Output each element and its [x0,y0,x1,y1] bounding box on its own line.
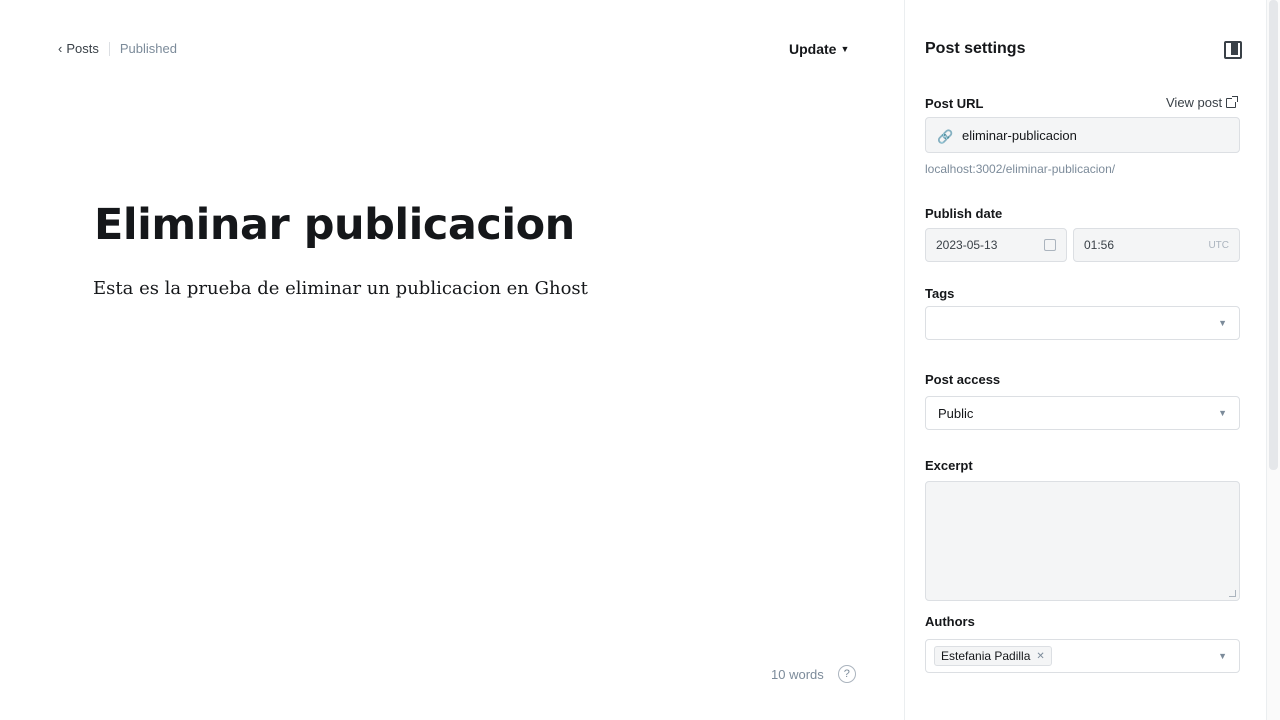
chevron-down-icon: ▼ [1218,408,1227,418]
chevron-down-icon: ▼ [840,44,850,54]
help-icon[interactable]: ? [837,665,856,683]
author-name: Estefania Padilla [941,649,1031,663]
post-access-select[interactable]: Public ▼ [925,396,1240,430]
word-count-bar: 10 words ? [771,665,856,683]
link-icon: 🔗 [937,129,954,144]
publish-date-value: 2023-05-13 [936,238,998,252]
publish-time-value: 01:56 [1084,238,1115,252]
calendar-icon [1044,239,1056,251]
post-url-input[interactable]: 🔗 eliminar-publicacion [925,117,1240,153]
tags-label: Tags [925,286,955,301]
remove-author-icon[interactable]: ✕ [1036,651,1044,662]
post-access-label: Post access [925,372,1001,387]
update-button[interactable]: Update ▼ [789,41,849,57]
scrollbar-thumb[interactable] [1269,0,1278,470]
post-url-label: Post URL [925,96,984,111]
authors-label: Authors [925,614,975,629]
publish-date-input[interactable]: 2023-05-13 [925,228,1067,262]
author-chip[interactable]: Estefania Padilla ✕ [934,646,1052,666]
post-status: Published [119,41,177,56]
post-title[interactable]: Eliminar publicacion [94,200,575,250]
chevron-down-icon: ▼ [1218,651,1227,661]
authors-select[interactable]: Estefania Padilla ✕ ▼ [925,639,1240,673]
post-settings-panel: Post settings Post URL View post 🔗 elimi… [904,0,1280,720]
sidebar-toggle-icon[interactable] [1221,38,1242,59]
excerpt-label: Excerpt [925,458,973,473]
tags-select[interactable]: ▼ [925,306,1240,340]
publish-date-label: Publish date [925,206,1003,221]
post-url-value: eliminar-publicacion [962,127,1077,143]
publish-time-input[interactable]: 01:56 UTC [1073,228,1240,262]
external-link-icon [1226,95,1239,108]
timezone-label: UTC [1208,239,1229,251]
panel-title: Post settings [925,40,1026,57]
chevron-down-icon: ▼ [1218,318,1227,328]
editor-topbar: ‹ Posts Published [58,41,177,56]
post-url-preview: localhost:3002/eliminar-publicacion/ [925,162,1116,176]
post-body[interactable]: Esta es la prueba de eliminar un publica… [93,278,588,299]
excerpt-textarea[interactable] [925,481,1240,601]
chevron-left-icon: ‹ [58,41,63,56]
topbar-divider [108,41,110,56]
word-count: 10 words [771,666,824,682]
back-to-posts-link[interactable]: ‹ Posts [58,41,99,56]
view-post-link[interactable]: View post [1166,95,1239,110]
post-access-value: Public [938,405,974,421]
back-label: Posts [66,41,99,56]
view-post-label: View post [1166,95,1223,110]
panel-scrollbar[interactable] [1266,0,1280,720]
update-label: Update [789,41,837,57]
